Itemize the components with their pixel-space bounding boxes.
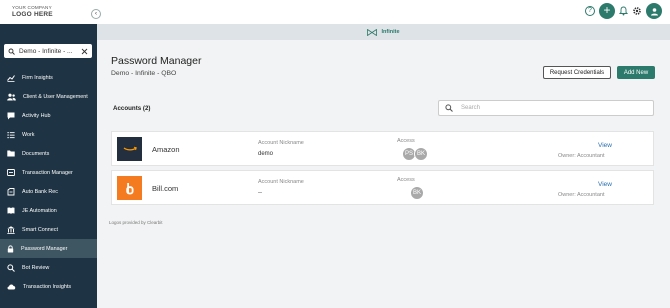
sidebar-item-label: Password Manager [21,245,68,252]
plus-icon[interactable]: + [599,3,615,19]
sidebar-item-je-automation[interactable]: JE Automation [0,201,97,220]
sidebar-item-label: Bot Review [22,264,50,271]
sidebar-item-transaction-insights[interactable]: Transaction Insights [0,277,97,296]
sidebar-item-label: Transaction Insights [23,283,72,290]
client-search-value: Demo - Infinite - ... [19,47,73,55]
access-label: Access [397,138,415,144]
client-context-bar: Infinite [97,24,670,40]
bowtie-icon [367,28,378,36]
sidebar-item-password-manager[interactable]: Password Manager [0,239,97,258]
sidebar: Demo - Infinite - ... Firm Insights Clie… [0,24,97,308]
bell-icon[interactable] [619,6,628,16]
nickname-label: Account Nickname [258,179,304,185]
folder-icon [7,150,15,157]
sidebar-item-label: Documents [22,150,50,157]
users-icon [7,93,16,100]
client-context-label: Infinite [381,29,400,35]
view-link[interactable]: View [598,181,612,188]
sidebar-item-work[interactable]: Work [0,125,97,144]
logo-line-2: LOGO HERE [12,10,53,18]
nickname-value: -- [258,190,262,196]
account-card-billcom: Bill.com Account Nickname -- Access BK V… [111,170,654,205]
sidebar-item-firm-insights[interactable]: Firm Insights [0,68,97,87]
main-content: Password Manager Demo - Infinite - QBO R… [97,40,670,308]
top-icons: ? + [585,3,662,19]
lock-icon [7,244,14,252]
add-new-button[interactable]: Add New [617,66,655,79]
chat-icon [7,112,15,119]
insights-icon [7,283,16,289]
logo-line-1: YOUR COMPANY [12,5,52,10]
access-avatars: PS BK [402,147,428,161]
sidebar-item-label: Client & User Management [23,93,88,100]
sidebar-item-client-user-management[interactable]: Client & User Management [0,87,97,106]
close-icon[interactable] [81,48,88,55]
bank-icon [7,225,15,234]
sidebar-item-smart-connect[interactable]: Smart Connect [0,220,97,239]
account-name: Amazon [152,145,180,154]
book-icon [7,207,15,214]
logos-footnote: Logos provided by Clearbit [109,220,163,225]
access-label: Access [397,177,415,183]
access-avatars: BK [402,186,424,200]
nickname-label: Account Nickname [258,140,304,146]
avatar[interactable]: BK [410,186,424,200]
owner-label: Owner: Accountant [558,153,605,159]
user-icon[interactable] [646,3,662,19]
sidebar-item-label: JE Automation [22,207,57,214]
sidebar-item-documents[interactable]: Documents [0,144,97,163]
sidebar-item-label: Auto Bank Rec [22,188,58,195]
sidebar-item-label: Work [22,131,35,138]
bank-rec-icon [7,187,15,195]
sidebar-item-auto-bank-rec[interactable]: Auto Bank Rec [0,182,97,201]
company-logo[interactable]: YOUR COMPANY LOGO HERE [12,5,53,18]
account-name: Bill.com [152,184,179,193]
sidebar-item-bot-review[interactable]: Bot Review [0,258,97,277]
view-link[interactable]: View [598,142,612,149]
sidebar-item-label: Activity Hub [22,112,51,119]
list-icon [7,131,15,138]
question-circle-icon[interactable]: ? [585,6,595,16]
search-placeholder: Search [461,105,481,111]
chart-icon [7,74,15,82]
sidebar-item-activity-hub[interactable]: Activity Hub [0,106,97,125]
sidebar-item-label: Smart Connect [22,226,58,233]
amazon-logo-icon [117,137,142,161]
sidebar-collapse-button[interactable]: ‹ [91,9,101,19]
search-icon [445,104,453,112]
client-search-field[interactable]: Demo - Infinite - ... [4,44,92,58]
sidebar-item-label: Firm Insights [22,74,53,81]
gear-icon[interactable] [632,6,642,16]
page-title: Password Manager [111,55,202,67]
account-card-amazon: Amazon Account Nickname demo Access PS B… [111,131,654,166]
sidebar-item-transaction-manager[interactable]: Transaction Manager [0,163,97,182]
nickname-value: demo [258,151,274,157]
owner-label: Owner: Accountant [558,192,605,198]
transaction-icon [7,169,15,176]
search-icon [8,48,15,55]
avatar[interactable]: BK [414,147,428,161]
search-bot-icon [7,263,15,272]
accounts-count-label: Accounts (2) [113,105,151,112]
sidebar-item-label: Transaction Manager [22,169,73,176]
page-subtitle: Demo - Infinite - QBO [111,70,177,77]
accounts-search-input[interactable]: Search [438,100,654,116]
request-credentials-button[interactable]: Request Credentials [543,66,611,79]
billcom-logo-icon [117,176,142,200]
